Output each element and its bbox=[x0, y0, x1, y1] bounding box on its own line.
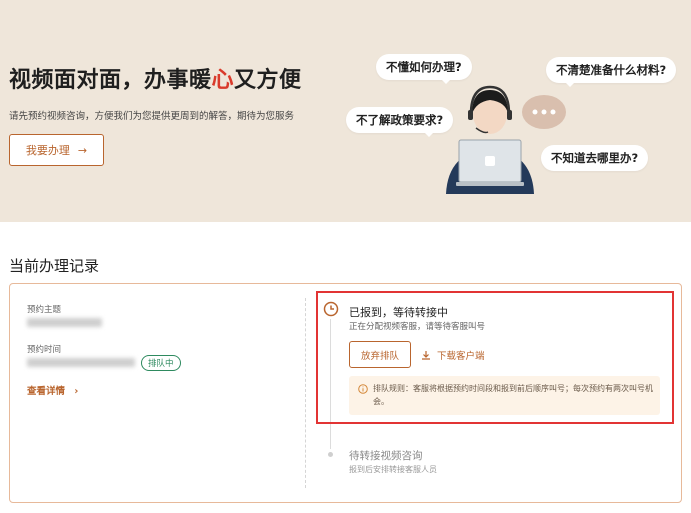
apply-button-label: 我要办理 bbox=[25, 144, 70, 157]
hero-banner: 视频面对面，办事暖心又方便 请先预约视频咨询，方便我们为您提供更周到的解答，期待… bbox=[0, 0, 691, 222]
time-value-redacted bbox=[27, 358, 135, 367]
hero-title-part1: 视频面对面，办事暖 bbox=[9, 68, 212, 93]
card-divider bbox=[305, 298, 306, 488]
speech-bubble: 不清楚准备什么材料? bbox=[546, 57, 677, 87]
topic-label: 预约主题 bbox=[27, 305, 62, 315]
hero-subtitle: 请先预约视频咨询，方便我们为您提供更周到的解答，期待为您服务 bbox=[9, 111, 295, 122]
timeline-dot bbox=[328, 452, 333, 457]
time-label: 预约时间 bbox=[27, 345, 62, 355]
customer-service-illustration bbox=[446, 85, 566, 194]
record-card: 预约主题 预约时间 排队中 查看详情 › 已报到，等待转接中 正在分配视频客服，… bbox=[9, 283, 682, 503]
download-client-link[interactable]: 下载客户端 bbox=[421, 348, 485, 362]
speech-bubble: 不了解政策要求? bbox=[346, 107, 454, 137]
speech-bubble: 不懂如何办理? bbox=[376, 54, 472, 84]
clock-icon bbox=[323, 301, 339, 317]
chevron-right-icon: › bbox=[74, 386, 79, 397]
hero-title-part2: 又方便 bbox=[234, 68, 302, 93]
view-details-label: 查看详情 bbox=[27, 386, 66, 397]
download-client-label: 下载客户端 bbox=[437, 351, 485, 362]
info-icon bbox=[358, 384, 368, 394]
queue-rules-notice: 排队规则：客服将根据预约时间段和报到前后顺序叫号；每次预约有两次叫号机会。 bbox=[349, 376, 660, 415]
topic-value-redacted bbox=[27, 318, 102, 327]
give-up-queue-button[interactable]: 放弃排队 bbox=[349, 341, 411, 368]
step-next-subtitle: 报到后安排转接客服人员 bbox=[349, 465, 437, 474]
arrow-right-icon: → bbox=[77, 143, 88, 157]
step-current-title: 已报到，等待转接中 bbox=[349, 306, 448, 319]
queue-rules-text: 排队规则：客服将根据预约时间段和报到前后顺序叫号；每次预约有两次叫号机会。 bbox=[373, 384, 653, 406]
apply-button[interactable]: 我要办理 → bbox=[9, 134, 104, 166]
step-next-title: 待转接视频咨询 bbox=[349, 450, 423, 462]
hero-title: 视频面对面，办事暖心又方便 bbox=[9, 62, 302, 94]
step-current-subtitle: 正在分配视频客服，请等待客服叫号 bbox=[349, 322, 486, 332]
section-title: 当前办理记录 bbox=[9, 257, 100, 275]
view-details-link[interactable]: 查看详情 › bbox=[27, 383, 78, 397]
download-icon bbox=[422, 351, 430, 360]
hero-title-heart: 心 bbox=[211, 68, 235, 93]
status-badge: 排队中 bbox=[141, 355, 181, 371]
